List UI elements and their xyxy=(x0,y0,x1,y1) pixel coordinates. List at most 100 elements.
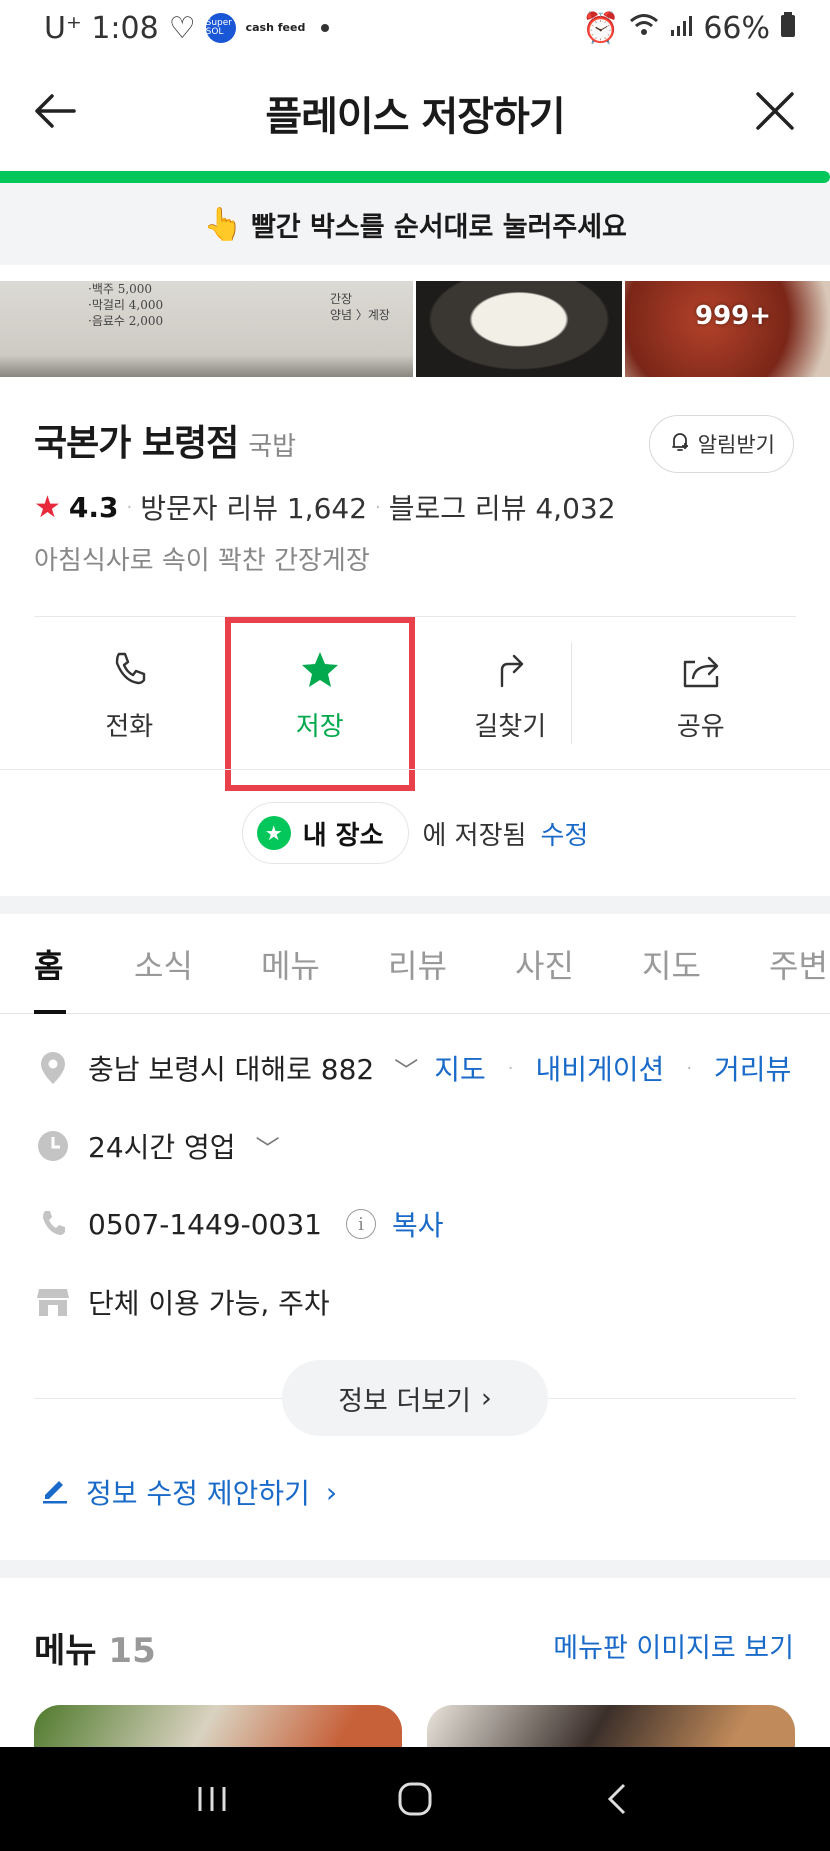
navigation-link[interactable]: 내비게이션 xyxy=(536,1048,665,1088)
photo-menu-board[interactable]: ·백주 5,000 ·막걸리 4,000 ·음료수 2,000 간장 양념 〉계… xyxy=(0,281,413,377)
directions-label: 길찾기 xyxy=(474,711,547,742)
tab-nearby[interactable]: 주변 xyxy=(735,914,830,1013)
notification-button[interactable]: 알림받기 xyxy=(648,415,794,473)
separator-dot: · xyxy=(126,496,133,518)
section-gap xyxy=(0,896,830,914)
wifi-icon xyxy=(629,11,659,46)
photo-menu-line: ·백주 5,000 xyxy=(88,282,153,296)
tab-map[interactable]: 지도 xyxy=(608,914,735,1013)
photo-soup[interactable] xyxy=(416,281,622,377)
street-view-link[interactable]: 거리뷰 xyxy=(714,1048,791,1088)
phone-icon xyxy=(34,1205,72,1243)
suggest-edit-label: 정보 수정 제안하기 xyxy=(86,1477,310,1510)
hours-row: 24시간 영업 ﹀ xyxy=(34,1126,280,1166)
top-bar: 플레이스 저장하기 xyxy=(0,56,830,170)
alarm-icon: ⏰ xyxy=(581,10,620,46)
heart-icon: ♡ xyxy=(168,10,196,46)
pointing-hand-icon: 👆 xyxy=(203,205,243,243)
system-nav-bar xyxy=(0,1747,830,1851)
directions-button[interactable]: 길찾기 xyxy=(415,620,606,770)
saved-status-row: ★ 내 장소 에 저장됨 수정 xyxy=(0,802,830,864)
hours-text[interactable]: 24시간 영업 xyxy=(88,1126,236,1166)
copy-phone-link[interactable]: 복사 xyxy=(392,1204,444,1244)
call-button[interactable]: 전화 xyxy=(34,620,225,770)
highlight-box xyxy=(225,617,415,791)
blog-review-link[interactable]: 블로그 리뷰 4,032 xyxy=(389,487,616,527)
tab-news[interactable]: 소식 xyxy=(100,914,227,1013)
address-row: 충남 보령시 대해로 882 ﹀ 지도 · 내비게이션 · 거리뷰 xyxy=(34,1048,791,1088)
photo-count: 999+ xyxy=(695,301,772,331)
action-bar: 전화 저장 길찾기 공유 xyxy=(34,620,796,770)
separator-dot: · xyxy=(686,1057,693,1079)
star-badge-icon: ★ xyxy=(256,816,291,850)
menu-image-link[interactable]: 메뉴판 이미지로 보기 xyxy=(553,1626,794,1665)
share-button[interactable]: 공유 xyxy=(606,620,797,770)
tab-bar: 홈 소식 메뉴 리뷰 사진 지도 주변 xyxy=(0,914,830,1014)
place-category: 국밥 xyxy=(248,432,297,462)
notification-dot-icon xyxy=(321,24,330,32)
menu-section-title: 메뉴 15 xyxy=(34,1623,156,1672)
chevron-right-icon: › xyxy=(325,1475,338,1509)
photo-menu-lines: ·백주 5,000 ·막걸리 4,000 ·음료수 2,000 xyxy=(88,281,163,329)
place-header: 국본가 보령점 국밥 xyxy=(34,414,296,466)
notification-label: 알림받기 xyxy=(697,433,775,457)
status-bar: U⁺ 1:08 ♡ Super SOL cash feed ⏰ 66% xyxy=(0,0,830,56)
rating-star-icon: ★ xyxy=(34,489,61,525)
chevron-down-icon[interactable]: ﹀ xyxy=(256,1129,280,1164)
close-icon[interactable] xyxy=(750,86,800,136)
separator-dot: · xyxy=(507,1057,514,1079)
signal-icon xyxy=(669,11,693,46)
map-link[interactable]: 지도 xyxy=(434,1048,486,1088)
rating-score: 4.3 xyxy=(68,490,119,524)
store-icon xyxy=(34,1283,72,1321)
photo-menu-right: 간장 양념 〉계장 xyxy=(330,291,390,323)
phone-icon xyxy=(116,652,146,684)
photo-strip[interactable]: ·백주 5,000 ·막걸리 4,000 ·음료수 2,000 간장 양념 〉계… xyxy=(0,281,830,377)
divider xyxy=(34,616,796,617)
tab-menu[interactable]: 메뉴 xyxy=(227,914,354,1013)
suggest-edit-link[interactable]: 정보 수정 제안하기 › xyxy=(40,1472,337,1512)
place-description: 아침식사로 속이 꽉찬 간장게장 xyxy=(34,546,370,576)
amenities-row: 단체 이용 가능, 주차 xyxy=(34,1282,330,1322)
super-sol-icon: Super SOL xyxy=(205,13,236,43)
photo-crab[interactable]: 999+ xyxy=(625,281,830,377)
directions-arrow-icon xyxy=(501,654,524,687)
progress-bar xyxy=(0,171,830,183)
more-info-button[interactable]: 정보 더보기 › xyxy=(282,1360,548,1436)
action-separator xyxy=(571,642,572,744)
photo-shadow xyxy=(0,355,413,377)
photo-menu-line: ·음료수 2,000 xyxy=(88,314,164,328)
photo-menu-line: ·막걸리 4,000 xyxy=(88,298,164,312)
more-info-label: 정보 더보기 xyxy=(338,1385,471,1417)
guide-text: 빨간 박스를 순서대로 눌러주세요 xyxy=(250,211,627,243)
chevron-down-icon[interactable]: ﹀ xyxy=(394,1051,418,1086)
tab-photo[interactable]: 사진 xyxy=(481,914,608,1013)
tab-review[interactable]: 리뷰 xyxy=(354,914,481,1013)
info-icon[interactable]: i xyxy=(345,1209,376,1239)
recent-apps-icon[interactable] xyxy=(190,1777,234,1821)
pencil-icon xyxy=(40,1474,70,1511)
guide-banner: 👆 빨간 박스를 순서대로 눌러주세요 xyxy=(0,183,830,265)
menu-title: 메뉴 xyxy=(34,1631,97,1671)
section-gap xyxy=(0,1560,830,1578)
back-icon[interactable] xyxy=(596,1777,640,1821)
separator-dot: · xyxy=(375,496,381,518)
saved-list-chip[interactable]: ★ 내 장소 xyxy=(241,802,409,864)
edit-saved-link[interactable]: 수정 xyxy=(540,815,588,852)
tab-home[interactable]: 홈 xyxy=(0,914,100,1014)
menu-count: 15 xyxy=(108,1631,156,1671)
status-time: U⁺ 1:08 xyxy=(44,10,159,46)
saved-suffix: 에 저장됨 xyxy=(422,820,527,851)
clock-icon xyxy=(34,1127,72,1165)
call-label: 전화 xyxy=(105,711,154,742)
visitor-review-link[interactable]: 방문자 리뷰 1,642 xyxy=(140,487,367,527)
home-icon[interactable] xyxy=(393,1777,437,1821)
place-name: 국본가 보령점 xyxy=(34,423,239,464)
phone-row: 0507-1449-0031 i 복사 xyxy=(34,1204,444,1244)
address-text[interactable]: 충남 보령시 대해로 882 xyxy=(88,1048,374,1088)
location-pin-icon xyxy=(34,1049,72,1087)
phone-number[interactable]: 0507-1449-0031 xyxy=(88,1208,322,1241)
back-arrow-icon[interactable] xyxy=(30,86,80,136)
amenities-text: 단체 이용 가능, 주차 xyxy=(88,1287,330,1320)
chevron-right-icon: › xyxy=(480,1382,492,1414)
